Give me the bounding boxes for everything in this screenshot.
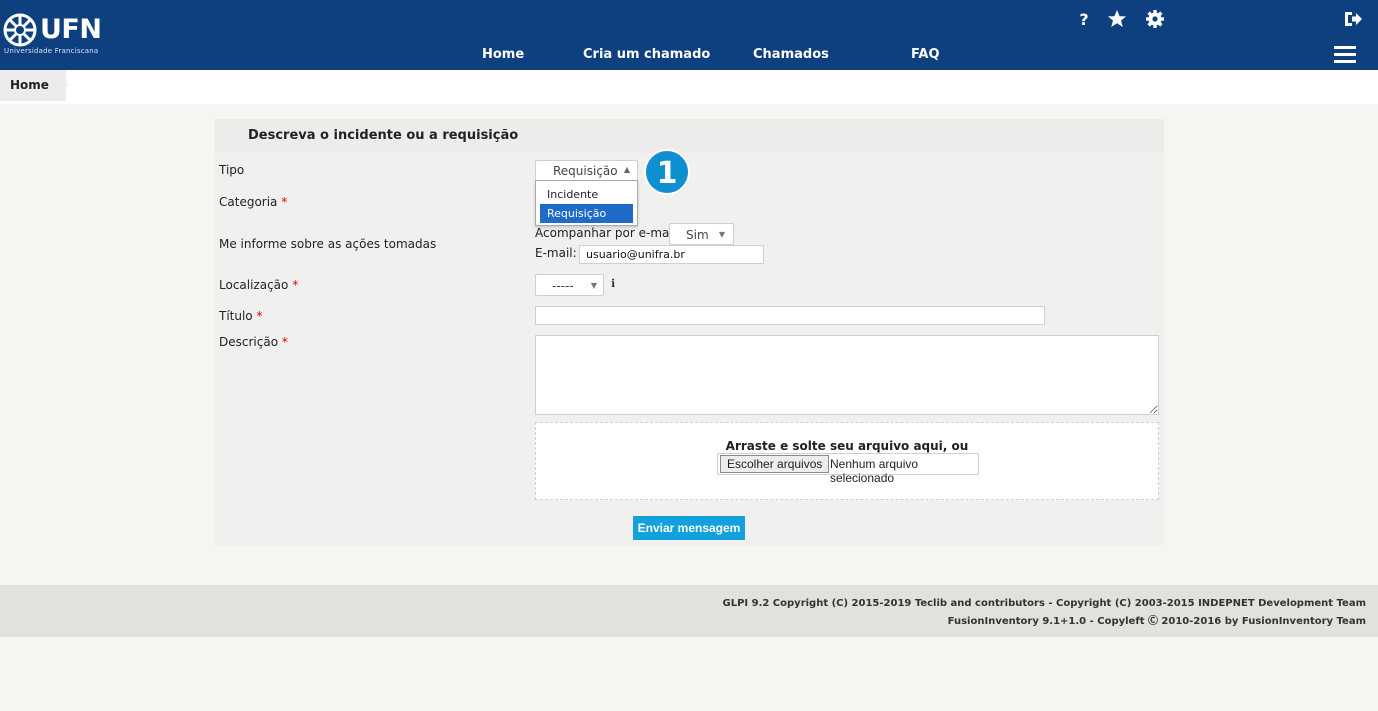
form-title: Descreva o incidente ou a requisição (248, 128, 519, 143)
tipo-label: Tipo (219, 163, 245, 177)
required-mark: * (281, 195, 288, 209)
informe-label: Me informe sobre as ações tomadas (219, 237, 437, 251)
required-mark: * (292, 278, 299, 292)
follow-email-label: Acompanhar por e-mail (535, 226, 677, 240)
follow-email-select[interactable]: Sim ▼ (669, 223, 734, 245)
logo-text: UFN (40, 14, 102, 45)
choose-files-button[interactable]: Escolher arquivos (720, 455, 830, 473)
logout-icon[interactable] (1343, 9, 1363, 29)
descricao-textarea[interactable] (535, 335, 1159, 415)
footer-fusioninventory: FusionInventory 9.1+1.0 - Copyleft Ⓒ 201… (947, 616, 1366, 627)
submit-button[interactable]: Enviar mensagem (633, 516, 745, 540)
file-dropzone[interactable]: Arraste e solte seu arquivo aqui, ou Esc… (535, 422, 1159, 500)
descricao-label-text: Descrição (219, 335, 279, 349)
ufn-logo[interactable]: UFN Universidade Franciscana (2, 10, 112, 60)
breadcrumb-arrow (56, 70, 68, 100)
localizacao-value: ----- (552, 279, 574, 293)
gear-icon[interactable] (1145, 9, 1165, 29)
chevron-down-icon: ▼ (590, 281, 597, 290)
tipo-select-value: Requisição (553, 164, 618, 178)
tipo-select[interactable]: Requisição ▲ (535, 160, 638, 181)
titulo-label: Título * (219, 309, 262, 323)
ufn-emblem-icon (3, 13, 37, 47)
step-badge: 1 (644, 149, 690, 195)
nav-faq[interactable]: FAQ (911, 47, 940, 62)
nav-cria-chamado[interactable]: Cria um chamado (583, 47, 710, 62)
email-label: E-mail: (535, 246, 577, 260)
nav-chamados[interactable]: Chamados (753, 47, 829, 62)
follow-email-value: Sim (686, 228, 709, 242)
menu-icon[interactable] (1334, 44, 1356, 64)
nav-home[interactable]: Home (482, 47, 524, 62)
tipo-option-requisicao[interactable]: Requisição (540, 204, 633, 223)
required-mark: * (281, 335, 288, 349)
file-input: Escolher arquivos Nenhum arquivo selecio… (717, 453, 979, 485)
tipo-option-incidente[interactable]: Incidente (540, 185, 633, 204)
titulo-input[interactable] (535, 306, 1045, 325)
star-icon[interactable] (1107, 9, 1127, 29)
categoria-label: Categoria * (219, 195, 287, 209)
breadcrumb (0, 70, 1378, 104)
file-status: Nenhum arquivo selecionado (830, 457, 919, 485)
logo-subtitle: Universidade Franciscana (4, 47, 99, 55)
required-mark: * (256, 309, 263, 323)
chevron-up-icon: ▲ (623, 165, 630, 174)
top-navigation-bar: UFN Universidade Franciscana Home Cria u… (0, 0, 1378, 70)
help-icon[interactable]: ? (1074, 9, 1094, 29)
localizacao-label: Localização * (219, 278, 298, 292)
tipo-dropdown-list: Incidente Requisição (535, 180, 638, 226)
descricao-label: Descrição * (219, 335, 288, 349)
footer: GLPI 9.2 Copyright (C) 2015-2019 Teclib … (0, 585, 1378, 637)
email-field[interactable] (579, 245, 764, 264)
info-icon[interactable]: ℹ (611, 277, 615, 290)
svg-text:?: ? (1079, 10, 1088, 29)
localizacao-label-text: Localização (219, 278, 289, 292)
chevron-down-icon: ▼ (718, 230, 725, 239)
localizacao-select[interactable]: ----- ▼ (535, 274, 604, 296)
dropzone-prompt: Arraste e solte seu arquivo aqui, ou (725, 439, 969, 453)
categoria-label-text: Categoria (219, 195, 278, 209)
footer-copyright: GLPI 9.2 Copyright (C) 2015-2019 Teclib … (722, 598, 1367, 609)
titulo-label-text: Título (219, 309, 253, 323)
